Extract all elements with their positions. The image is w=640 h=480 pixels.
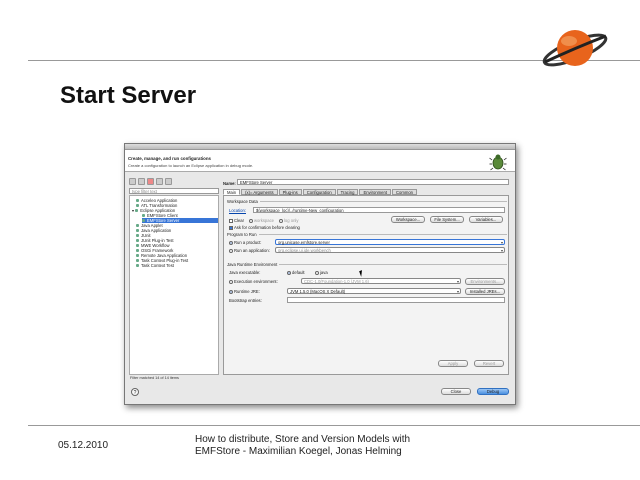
runtime-jre-select[interactable]: JVM 1.5.0 (MacOS X Default) <box>287 288 461 295</box>
filter-input[interactable]: type filter text <box>129 188 219 194</box>
variables-button[interactable]: Variables... <box>469 216 503 223</box>
radio-icon <box>315 270 319 275</box>
log-only-radio[interactable]: log only <box>279 218 298 223</box>
launch-type-icon <box>136 254 139 258</box>
ask-confirmation-checkbox[interactable]: Ask for confirmation before clearing <box>229 225 300 230</box>
group-title: Program to Run <box>227 232 259 237</box>
workspace-button[interactable]: Workspace... <box>391 216 425 223</box>
slide-footer: How to distribute, Store and Version Mod… <box>195 434 495 458</box>
radio-icon <box>229 248 233 253</box>
launch-type-icon <box>136 249 139 253</box>
installed-jres-button[interactable]: Installed JREs... <box>465 288 505 295</box>
launch-type-icon <box>136 264 139 268</box>
workspace-radio[interactable]: workspace <box>249 218 274 223</box>
main-tab-body: Workspace Data Location: ${workspace_loc… <box>223 195 509 375</box>
radio-icon <box>229 289 233 294</box>
run-product-radio[interactable]: Run a product: <box>229 240 261 245</box>
checkbox-icon <box>229 225 233 230</box>
application-select[interactable]: org.eclipse.ui.ide.workbench <box>275 247 505 254</box>
planet-logo-icon <box>542 30 608 67</box>
java-executable-label: Java executable: <box>229 270 261 275</box>
apply-button[interactable]: Apply <box>438 360 468 367</box>
radio-icon <box>287 270 291 275</box>
config-editor: Name: EMFStore Server Main (x)= Argument… <box>223 178 511 375</box>
debug-configurations-dialog: Create, manage, and run configurations C… <box>124 143 516 405</box>
launch-type-icon <box>135 209 139 213</box>
radio-icon <box>279 218 283 223</box>
product-select[interactable]: org.unicase.emfstore.server <box>275 239 505 246</box>
default-radio[interactable]: default <box>287 270 305 275</box>
config-tree: Acceleo Application ATL Transformation ▾… <box>129 195 219 375</box>
filter-status: Filter matched 14 of 14 items <box>130 376 179 380</box>
launch-config-icon <box>142 219 145 223</box>
java-radio[interactable]: java <box>315 270 328 275</box>
revert-button[interactable]: Revert <box>474 360 504 367</box>
close-button[interactable]: Close <box>441 388 471 395</box>
run-application-radio[interactable]: Run an application: <box>229 248 270 253</box>
collapse-all-icon[interactable] <box>156 178 163 185</box>
group-title: Java Runtime Environment <box>227 262 280 267</box>
program-to-run-group: Program to Run Run a product: org.unicas… <box>227 232 507 258</box>
launch-type-icon <box>136 229 139 233</box>
tree-item-task-context-test[interactable]: Task Context Test <box>136 263 174 268</box>
dialog-header-title: Create, manage, and run configurations <box>128 156 211 161</box>
launch-type-icon <box>136 224 139 228</box>
debug-button[interactable]: Debug <box>477 388 509 395</box>
help-icon[interactable]: ? <box>131 388 139 396</box>
location-field[interactable]: ${workspace_loc}/../runtime-New_configur… <box>253 207 505 213</box>
checkbox-icon <box>229 218 233 223</box>
dialog-header: Create, manage, and run configurations C… <box>125 150 515 172</box>
bootstrap-entries-field[interactable] <box>287 297 505 303</box>
group-title: Workspace Data <box>227 199 260 204</box>
execution-environment-select[interactable]: CDC-1.0/Foundation-1.0 (JVM 1.6) <box>301 278 461 285</box>
execution-environment-radio[interactable]: Execution environment: <box>229 279 278 284</box>
radio-icon <box>249 218 253 223</box>
footer-line-2: EMFStore - Maximilian Koegel, Jonas Helm… <box>195 446 402 457</box>
name-label: Name: <box>223 181 236 186</box>
runtime-jre-radio[interactable]: Runtime JRE: <box>229 289 260 294</box>
slide-bottom-divider <box>28 425 640 426</box>
launch-type-icon <box>136 244 139 248</box>
launch-type-icon <box>136 204 139 208</box>
launch-config-icon <box>142 214 145 218</box>
footer-line-1: How to distribute, Store and Version Mod… <box>195 434 411 445</box>
clear-checkbox[interactable]: Clear <box>229 218 244 223</box>
launch-type-icon <box>136 259 139 263</box>
launch-type-icon <box>136 199 139 203</box>
debug-bug-icon <box>489 154 507 171</box>
launch-type-icon <box>136 234 139 238</box>
slide-title: Start Server <box>60 82 197 109</box>
dialog-header-subtitle: Create a configuration to launch an Ecli… <box>128 163 254 168</box>
config-toolbar <box>129 178 172 186</box>
radio-icon <box>229 279 233 284</box>
name-input[interactable]: EMFStore Server <box>237 179 509 185</box>
file-system-button[interactable]: File System... <box>430 216 464 223</box>
radio-icon <box>229 240 233 245</box>
slide: Start Server Create, manage, and run con… <box>0 0 640 480</box>
duplicate-config-icon[interactable] <box>138 178 145 185</box>
bootstrap-entries-label: Bootstrap entries: <box>229 298 262 303</box>
slide-date: 05.12.2010 <box>58 440 109 451</box>
location-label[interactable]: Location: <box>229 208 246 213</box>
delete-config-icon[interactable] <box>147 178 154 185</box>
filter-config-icon[interactable] <box>165 178 172 185</box>
new-config-icon[interactable] <box>129 178 136 185</box>
jre-group: Java Runtime Environment Java executable… <box>227 262 507 314</box>
launch-type-icon <box>136 239 139 243</box>
environments-button[interactable]: Environments... <box>465 278 505 285</box>
